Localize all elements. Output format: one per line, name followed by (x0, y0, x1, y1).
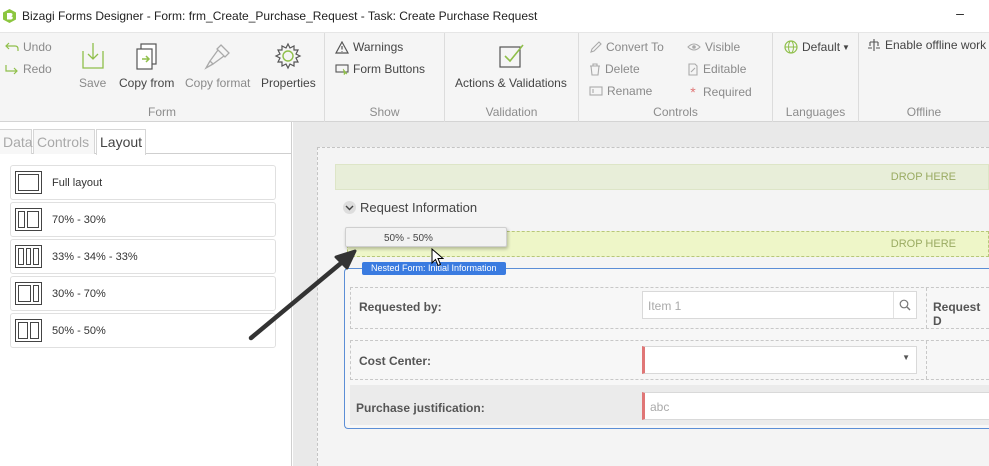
form-buttons-icon (335, 64, 349, 75)
editable-button[interactable]: Editable (687, 62, 746, 76)
layout-item-label: 33% - 34% - 33% (52, 251, 138, 263)
ribbon: Undo Redo Save Copy from Copy format Pro… (0, 33, 989, 122)
purchase-justification-label: Purchase justification: (356, 401, 485, 415)
minimize-button[interactable]: – (950, 5, 970, 21)
offline-icon (868, 39, 880, 51)
request-date-label: Request D (933, 300, 981, 328)
cost-center-dropdown[interactable]: ▼ (642, 346, 917, 374)
copy-format-button[interactable]: Copy format (185, 39, 250, 90)
group-label-show: Show (369, 105, 400, 119)
convert-to-button[interactable]: Convert To (589, 40, 664, 54)
layout-item-full[interactable]: Full layout (10, 165, 276, 200)
column-divider (926, 341, 927, 379)
full-layout-icon (15, 171, 42, 194)
layout-item-33-34-33[interactable]: 33% - 34% - 33% (10, 239, 276, 274)
ribbon-group-validation: Actions & Validations Validation (445, 33, 579, 122)
layout-item-50-50[interactable]: 50% - 50% (10, 313, 276, 348)
cost-center-label: Cost Center: (359, 354, 432, 368)
copy-from-button[interactable]: Copy from (119, 39, 174, 90)
layout-item-label: 70% - 30% (52, 214, 106, 226)
visible-button[interactable]: Visible (687, 40, 740, 54)
purchase-justification-input[interactable]: abc (642, 392, 989, 420)
layout-item-label: 50% - 50% (52, 325, 106, 337)
undo-button[interactable]: Undo (5, 40, 52, 54)
ribbon-group-offline: Enable offline work Offline (859, 33, 989, 122)
layout-item-30-70[interactable]: 30% - 70% (10, 276, 276, 311)
drop-here-label: DROP HERE (890, 238, 956, 250)
group-label-form: Form (148, 105, 176, 119)
group-title: Request Information (360, 200, 478, 215)
properties-button[interactable]: Properties (261, 39, 316, 90)
ribbon-group-form: Undo Redo Save Copy from Copy format Pro… (0, 33, 325, 122)
layout-item-label: 30% - 70% (52, 288, 106, 300)
edit-document-icon (688, 62, 698, 76)
enable-offline-button[interactable]: Enable offline work (867, 38, 986, 52)
required-button[interactable]: * Required (687, 84, 751, 100)
ribbon-group-controls: Convert To Delete Rename Visible Editabl… (579, 33, 773, 122)
group-label-controls: Controls (653, 105, 698, 119)
group-label-offline: Offline (906, 105, 942, 119)
toolbox-panel: Data Controls Layout Full layout 70% - 3… (0, 122, 292, 466)
layout-item-label: Full layout (52, 177, 103, 189)
ribbon-group-show: Warnings Form Buttons Show (325, 33, 445, 122)
redo-icon (5, 65, 18, 75)
window-title: Bizagi Forms Designer - Form: frm_Create… (22, 9, 538, 23)
save-icon (82, 43, 104, 69)
chevron-down-icon[interactable] (343, 201, 356, 214)
layout-70-30-icon (15, 208, 42, 231)
form-buttons-button[interactable]: Form Buttons (335, 62, 425, 76)
requested-by-search-input[interactable]: Item 1 (642, 291, 917, 319)
copy-from-icon (136, 43, 157, 70)
mouse-cursor-icon (431, 248, 444, 267)
trash-icon (590, 62, 600, 76)
dropdown-caret-icon: ▼ (902, 353, 910, 362)
layout-30-70-icon (15, 282, 42, 305)
title-bar: Bizagi Forms Designer - Form: frm_Create… (0, 0, 989, 33)
bizagi-logo-icon (3, 9, 16, 23)
tab-controls[interactable]: Controls (33, 129, 95, 154)
layout-50-50-icon (15, 319, 42, 342)
input-placeholder: Item 1 (648, 299, 682, 313)
layout-item-70-30[interactable]: 70% - 30% (10, 202, 276, 237)
rename-button[interactable]: Rename (589, 84, 652, 98)
redo-button[interactable]: Redo (5, 62, 52, 76)
tab-layout[interactable]: Layout (96, 129, 146, 155)
checkbox-check-icon (499, 44, 524, 68)
asterisk-icon: * (690, 84, 696, 100)
eye-icon (687, 43, 701, 51)
paintbrush-icon (203, 44, 230, 70)
actions-validations-button[interactable]: Actions & Validations (455, 39, 567, 90)
delete-button[interactable]: Delete (589, 62, 640, 76)
gear-icon (275, 42, 302, 70)
save-button[interactable]: Save (79, 39, 106, 90)
globe-icon (784, 40, 798, 54)
rename-icon (589, 86, 603, 96)
group-label-languages: Languages (785, 105, 846, 119)
pencil-icon (590, 40, 602, 53)
dropdown-caret-icon: ▼ (842, 42, 850, 52)
warnings-button[interactable]: Warnings (335, 40, 403, 54)
group-header[interactable]: Request Information (343, 200, 477, 215)
undo-icon (5, 42, 19, 51)
warning-icon (335, 40, 349, 54)
drag-ghost-50-50: 50% - 50% (345, 227, 507, 247)
language-dropdown[interactable]: Default ▼ (784, 40, 850, 54)
tab-data[interactable]: Data (0, 129, 33, 154)
column-divider (926, 288, 927, 328)
input-placeholder: abc (650, 400, 670, 414)
search-icon[interactable] (893, 292, 916, 318)
drop-zone-top[interactable]: DROP HERE (335, 164, 989, 190)
toolbox-tabs: Data Controls Layout (0, 129, 292, 155)
ribbon-group-languages: Default ▼ Languages (773, 33, 859, 122)
requested-by-label: Requested by: (359, 300, 442, 314)
group-label-validation: Validation (485, 105, 538, 119)
drop-here-label: DROP HERE (890, 171, 956, 183)
layout-33-34-33-icon (15, 245, 42, 268)
